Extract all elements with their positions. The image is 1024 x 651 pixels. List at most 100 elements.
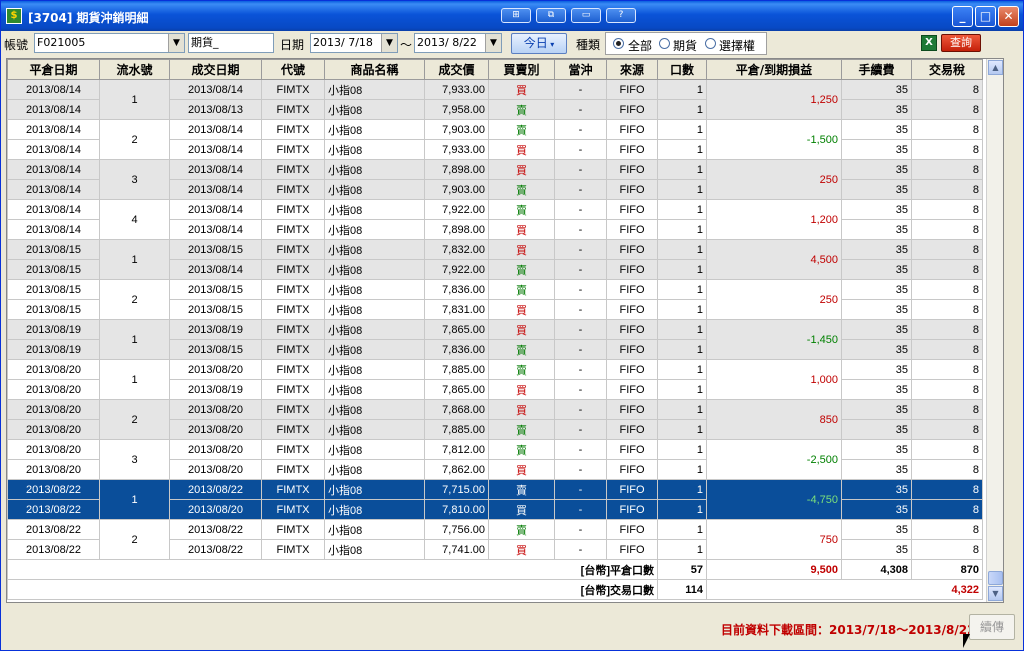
column-header[interactable]: 手續費 <box>841 59 912 80</box>
column-header[interactable]: 當沖 <box>554 59 607 80</box>
table-cell: 35 <box>841 219 912 240</box>
table-cell: FIMTX <box>261 319 325 340</box>
table-body: 2013/08/14 1 2013/08/14 FIMTX 小指08 7,933.00 買 -… <box>7 79 983 600</box>
scroll-down-icon[interactable]: ▼ <box>988 586 1003 601</box>
account-label: 帳號 <box>4 38 29 52</box>
table-cell: 1,000 <box>706 359 842 400</box>
close-button[interactable]: ✕ <box>998 6 1019 27</box>
table-cell: - <box>554 479 607 500</box>
table-cell: - <box>554 319 607 340</box>
column-header[interactable]: 平倉日期 <box>7 59 100 80</box>
table-row[interactable]: 2013/08/20 2 2013/08/20 FIMTX 小指08 7,868.00 買 -… <box>7 399 983 440</box>
table-cell: FIMTX <box>261 159 325 180</box>
maximize-button[interactable]: □ <box>975 6 996 27</box>
table-cell: 2013/08/22 <box>169 519 262 540</box>
table-cell: 7,865.00 <box>424 319 489 340</box>
table-cell: 1 <box>99 479 170 520</box>
column-header[interactable]: 平倉/到期損益 <box>706 59 842 80</box>
account-value: F021005 <box>37 36 86 49</box>
title-bar[interactable]: $ [3704] 期貨沖銷明細 ⊞ ⧉ ▭ ? _ □ ✕ <box>1 1 1023 31</box>
table-cell: 4,500 <box>706 239 842 280</box>
chevron-down-icon[interactable]: ▼ <box>381 34 397 52</box>
table-cell: 賣 <box>488 359 555 380</box>
table-row[interactable]: 2013/08/15 1 2013/08/15 FIMTX 小指08 7,832.00 買 -… <box>7 239 983 280</box>
print-icon[interactable]: ▭ <box>571 8 601 23</box>
table-cell: 7,885.00 <box>424 359 489 380</box>
chevron-down-icon[interactable]: ▼ <box>485 34 501 52</box>
table-cell: 35 <box>841 299 912 320</box>
table-cell: 8 <box>911 239 983 260</box>
table-row[interactable]: 2013/08/14 2 2013/08/14 FIMTX 小指08 7,903.00 賣 -… <box>7 119 983 160</box>
table-row[interactable]: 2013/08/15 2 2013/08/15 FIMTX 小指08 7,836.00 賣 -… <box>7 279 983 320</box>
table-cell: 2013/08/14 <box>7 99 100 120</box>
help-icon[interactable]: ? <box>606 8 636 23</box>
table-cell: FIMTX <box>261 239 325 260</box>
mouse-cursor-icon <box>963 634 970 648</box>
resume-download-button[interactable]: 續傳 <box>969 614 1015 640</box>
product-input[interactable]: 期貨_ <box>188 33 274 53</box>
radio-all-label[interactable]: 全部 <box>628 37 652 54</box>
table-row[interactable]: 2013/08/20 3 2013/08/20 FIMTX 小指08 7,812.00 賣 -… <box>7 439 983 480</box>
table-cell: 8 <box>911 459 983 480</box>
table-cell: - <box>554 519 607 540</box>
column-header[interactable]: 流水號 <box>99 59 170 80</box>
close-fee-total: 4,308 <box>841 559 912 580</box>
table-cell: 1 <box>99 359 170 400</box>
table-cell: 1 <box>657 259 707 280</box>
scroll-up-icon[interactable]: ▲ <box>988 60 1003 75</box>
today-button[interactable]: 今日 ▾ <box>511 33 567 54</box>
table-row[interactable]: 2013/08/14 1 2013/08/14 FIMTX 小指08 7,933.00 買 -… <box>7 79 983 120</box>
column-header[interactable]: 商品名稱 <box>324 59 425 80</box>
date-to-picker[interactable]: 2013/ 8/22 ▼ <box>414 33 502 53</box>
chevron-down-icon[interactable]: ▼ <box>168 34 184 52</box>
scroll-thumb[interactable] <box>988 571 1003 585</box>
detail-table: 平倉日期 流水號 成交日期 代號 商品名稱 成交價 買賣別 當沖 來源 口數 平倉/到期損益 手續費交… <box>7 59 983 600</box>
trade-qty-label: [台幣]交易口數 <box>7 579 658 600</box>
radio-all[interactable] <box>613 38 624 49</box>
column-header[interactable]: 買賣別 <box>488 59 555 80</box>
trade-net-total: 4,322 <box>706 579 983 600</box>
table-row[interactable]: 2013/08/19 1 2013/08/19 FIMTX 小指08 7,865.00 買 -… <box>7 319 983 360</box>
table-cell: FIMTX <box>261 439 325 460</box>
table-cell: 小指08 <box>324 439 425 460</box>
layout-icon[interactable]: ⊞ <box>501 8 531 23</box>
table-cell: -2,500 <box>706 439 842 480</box>
minimize-button[interactable]: _ <box>952 6 973 27</box>
table-cell: FIMTX <box>261 279 325 300</box>
column-header[interactable]: 成交日期 <box>169 59 262 80</box>
summary-row-close: [台幣]平倉口數 57 9,500 4,308 870 <box>7 559 983 580</box>
table-row[interactable]: 2013/08/20 1 2013/08/20 FIMTX 小指08 7,885.00 賣 -… <box>7 359 983 400</box>
window-link-icon[interactable]: ⧉ <box>536 8 566 23</box>
table-cell: 小指08 <box>324 279 425 300</box>
table-cell: 8 <box>911 119 983 140</box>
excel-export-icon[interactable]: X <box>921 35 937 51</box>
table-header: 平倉日期 流水號 成交日期 代號 商品名稱 成交價 買賣別 當沖 來源 口數 平倉/到期損益 手續費交… <box>7 59 983 80</box>
query-button[interactable]: 查詢 <box>941 34 981 52</box>
table-row[interactable]: 2013/08/22 2 2013/08/22 FIMTX 小指08 7,756.00 賣 -… <box>7 519 983 560</box>
table-row[interactable]: 2013/08/14 3 2013/08/14 FIMTX 小指08 7,898.00 買 -… <box>7 159 983 200</box>
radio-futures-label[interactable]: 期貨 <box>673 37 697 54</box>
column-header[interactable]: 成交價 <box>424 59 489 80</box>
radio-futures[interactable] <box>659 38 670 49</box>
trade-qty-total: 114 <box>657 579 707 600</box>
column-header[interactable]: 口數 <box>657 59 707 80</box>
detail-grid[interactable]: 平倉日期 流水號 成交日期 代號 商品名稱 成交價 買賣別 當沖 來源 口數 平倉/到期損益 手續費交… <box>6 58 1004 603</box>
column-header[interactable]: 來源 <box>606 59 658 80</box>
table-cell: 小指08 <box>324 299 425 320</box>
date-from-picker[interactable]: 2013/ 7/18 ▼ <box>310 33 398 53</box>
vertical-scrollbar[interactable]: ▲ ▼ <box>986 59 1003 602</box>
table-cell: 35 <box>841 419 912 440</box>
table-cell: 買 <box>488 159 555 180</box>
table-row[interactable]: 2013/08/22 1 2013/08/22 FIMTX 小指08 7,715.00 賣 -… <box>7 479 983 520</box>
table-cell: 2013/08/20 <box>169 419 262 440</box>
table-cell: 賣 <box>488 519 555 540</box>
table-cell: 35 <box>841 279 912 300</box>
account-dropdown[interactable]: F021005 ▼ <box>34 33 185 53</box>
radio-options-label[interactable]: 選擇權 <box>719 37 755 54</box>
table-cell: 買 <box>488 379 555 400</box>
radio-options[interactable] <box>705 38 716 49</box>
table-cell: FIFO <box>606 419 658 440</box>
table-row[interactable]: 2013/08/14 4 2013/08/14 FIMTX 小指08 7,922.00 賣 -… <box>7 199 983 240</box>
column-header[interactable]: 代號 <box>261 59 325 80</box>
column-header[interactable]: 交易稅 <box>911 59 983 80</box>
